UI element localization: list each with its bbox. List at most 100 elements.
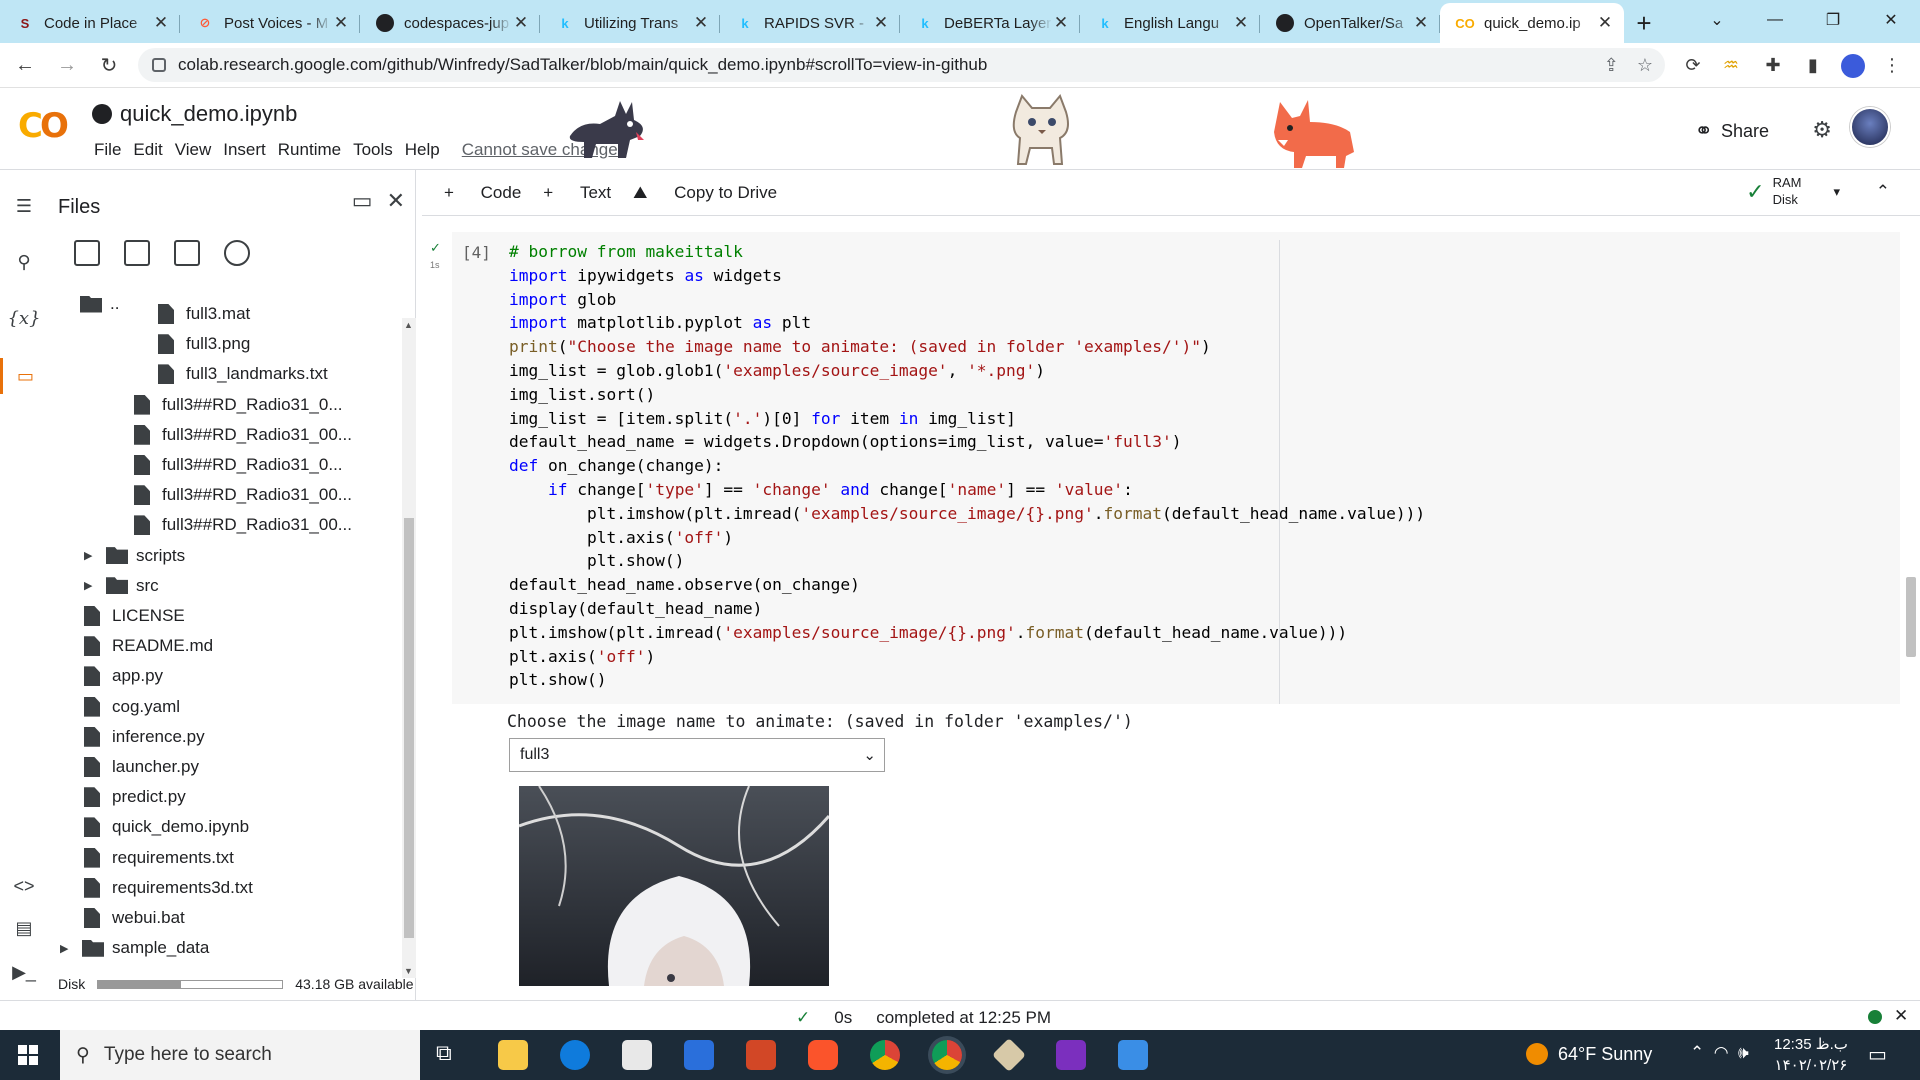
notifications-icon[interactable]: ▭ [1868, 1042, 1887, 1067]
browser-tab[interactable]: ⊘ Post Voices - M ✕ [180, 3, 360, 43]
file-item[interactable]: requirements.txt [84, 844, 234, 872]
taskbar-clock[interactable]: 12:35 ب.ظ ۱۴۰۲/۰۲/۲۶ [1774, 1034, 1848, 1076]
notebook-title[interactable]: quick_demo.ipynb [92, 101, 297, 127]
file-item[interactable]: README.md [84, 632, 213, 660]
minimize-button[interactable]: — [1746, 0, 1804, 40]
menu-help[interactable]: Help [399, 140, 446, 160]
add-code-button[interactable]: + Code [444, 183, 521, 203]
code-line[interactable]: plt.show() [509, 668, 1425, 692]
resources-dropdown-icon[interactable]: ▾ [1833, 183, 1840, 200]
toc-icon[interactable]: ☰ [0, 196, 48, 217]
browser-tab[interactable]: k Utilizing Trans ✕ [540, 3, 720, 43]
file-item[interactable]: full3.mat [158, 300, 250, 328]
close-status-icon[interactable]: ✕ [1894, 1006, 1908, 1026]
code-line[interactable]: plt.axis('off') [509, 645, 1425, 669]
code-line[interactable]: import ipywidgets as widgets [509, 264, 1425, 288]
task-view-icon[interactable]: ⧉ [436, 1040, 466, 1070]
command-palette-icon[interactable]: ▤ [0, 918, 48, 939]
menu-edit[interactable]: Edit [127, 140, 168, 160]
files-scrollbar-thumb[interactable] [404, 518, 414, 938]
expand-caret-icon[interactable]: ▶ [84, 579, 96, 592]
menu-tools[interactable]: Tools [347, 140, 399, 160]
close-tab-icon[interactable]: ✕ [692, 13, 710, 33]
browser-tab[interactable]: k RAPIDS SVR - ✕ [720, 3, 900, 43]
file-item[interactable]: full3##RD_Radio31_0... [134, 451, 343, 479]
close-window-button[interactable]: ✕ [1862, 0, 1920, 40]
close-tab-icon[interactable]: ✕ [332, 13, 350, 33]
code-line[interactable]: img_list.sort() [509, 383, 1425, 407]
code-line[interactable]: # borrow from makeittalk [509, 240, 1425, 264]
close-tab-icon[interactable]: ✕ [152, 13, 170, 33]
file-item[interactable]: inference.py [84, 723, 205, 751]
git-app-icon[interactable] [992, 1038, 1026, 1072]
file-item[interactable]: full3##RD_Radio31_00... [134, 511, 352, 539]
weather-widget[interactable]: 64°F Sunny [1526, 1043, 1652, 1065]
file-item[interactable]: full3##RD_Radio31_0... [134, 391, 343, 419]
close-tab-icon[interactable]: ✕ [1232, 13, 1250, 33]
code-line[interactable]: plt.imshow(plt.imread('examples/source_i… [509, 502, 1425, 526]
file-explorer-icon[interactable] [498, 1040, 528, 1070]
copy-to-drive-button[interactable]: ⛰ Copy to Drive [633, 183, 777, 203]
folder-item[interactable]: ▶ scripts [84, 542, 185, 570]
file-item[interactable]: launcher.py [84, 753, 199, 781]
colab-logo[interactable]: CO [18, 106, 69, 146]
close-tab-icon[interactable]: ✕ [1596, 13, 1614, 33]
code-line[interactable]: img_list = glob.glob1('examples/source_i… [509, 359, 1425, 383]
code-line[interactable]: def on_change(change): [509, 454, 1425, 478]
visual-studio-icon[interactable] [1056, 1040, 1086, 1070]
menu-runtime[interactable]: Runtime [272, 140, 347, 160]
store-icon[interactable] [622, 1040, 652, 1070]
close-tab-icon[interactable]: ✕ [1412, 13, 1430, 33]
new-tab-button[interactable]: + [1624, 3, 1664, 43]
file-item[interactable]: full3_landmarks.txt [158, 360, 328, 388]
code-line[interactable]: default_head_name = widgets.Dropdown(opt… [509, 430, 1425, 454]
upload-icon[interactable] [74, 240, 100, 266]
file-item[interactable]: LICENSE [84, 602, 185, 630]
browser-tab[interactable]: OpenTalker/Sa ✕ [1260, 3, 1440, 43]
menu-view[interactable]: View [169, 140, 218, 160]
notebook-scrollbar-thumb[interactable] [1906, 577, 1916, 657]
mail-icon[interactable] [684, 1040, 714, 1070]
mount-drive-icon[interactable] [174, 240, 200, 266]
browser-tab[interactable]: k English Langu ✕ [1080, 3, 1260, 43]
file-item[interactable]: full3##RD_Radio31_00... [134, 421, 352, 449]
code-line[interactable]: import glob [509, 288, 1425, 312]
edge-icon[interactable] [560, 1040, 590, 1070]
collapse-header-icon[interactable]: ⌃ [1876, 182, 1890, 202]
share-button[interactable]: ⚭ Share [1695, 118, 1769, 144]
system-tray[interactable]: ⌃ ◠ 🕪 [1690, 1043, 1749, 1063]
chrome-active-icon[interactable] [932, 1040, 962, 1070]
parent-folder-item[interactable]: .. [80, 290, 119, 318]
file-item[interactable]: full3.png [158, 330, 250, 358]
expand-caret-icon[interactable]: ▶ [84, 549, 96, 562]
tab-search-icon[interactable]: ⌄ [1688, 0, 1746, 40]
add-text-button[interactable]: + Text [543, 183, 611, 203]
variables-icon[interactable]: {x} [0, 308, 48, 329]
address-bar[interactable]: colab.research.google.com/github/Winfred… [138, 48, 1665, 82]
restore-button[interactable]: ❐ [1804, 0, 1862, 40]
back-button[interactable]: ← [8, 48, 42, 82]
code-line[interactable]: print("Choose the image name to animate:… [509, 335, 1425, 359]
code-line[interactable]: import matplotlib.pyplot as plt [509, 311, 1425, 335]
code-line[interactable]: plt.show() [509, 549, 1425, 573]
code-snippets-icon[interactable]: <> [0, 876, 48, 897]
browser-menu-icon[interactable]: ⋮ [1874, 43, 1910, 88]
hide-files-icon[interactable] [224, 240, 250, 266]
powerpoint-icon[interactable] [746, 1040, 776, 1070]
close-icon[interactable]: ✕ [387, 188, 405, 214]
profile-icon[interactable] [1835, 43, 1871, 88]
brave-icon[interactable] [808, 1040, 838, 1070]
menu-file[interactable]: File [88, 140, 127, 160]
refresh-folder-icon[interactable] [124, 240, 150, 266]
code-line[interactable]: img_list = [item.split('.')[0] for item … [509, 407, 1425, 431]
reload-button[interactable]: ↻ [92, 48, 126, 82]
windows-start-icon[interactable] [18, 1045, 38, 1065]
browser-tab[interactable]: S Code in Place ✕ [0, 3, 180, 43]
code-editor[interactable]: # borrow from makeittalk import ipywidget… [509, 240, 1425, 692]
taskbar-search[interactable]: ⚲ Type here to search [60, 1030, 420, 1080]
files-folder-icon[interactable]: ▭ [0, 358, 48, 394]
open-in-tab-icon[interactable]: ▭ [352, 188, 373, 214]
close-tab-icon[interactable]: ✕ [872, 13, 890, 33]
code-line[interactable]: plt.axis('off') [509, 526, 1425, 550]
browser-tab[interactable]: k DeBERTa Layer ✕ [900, 3, 1080, 43]
